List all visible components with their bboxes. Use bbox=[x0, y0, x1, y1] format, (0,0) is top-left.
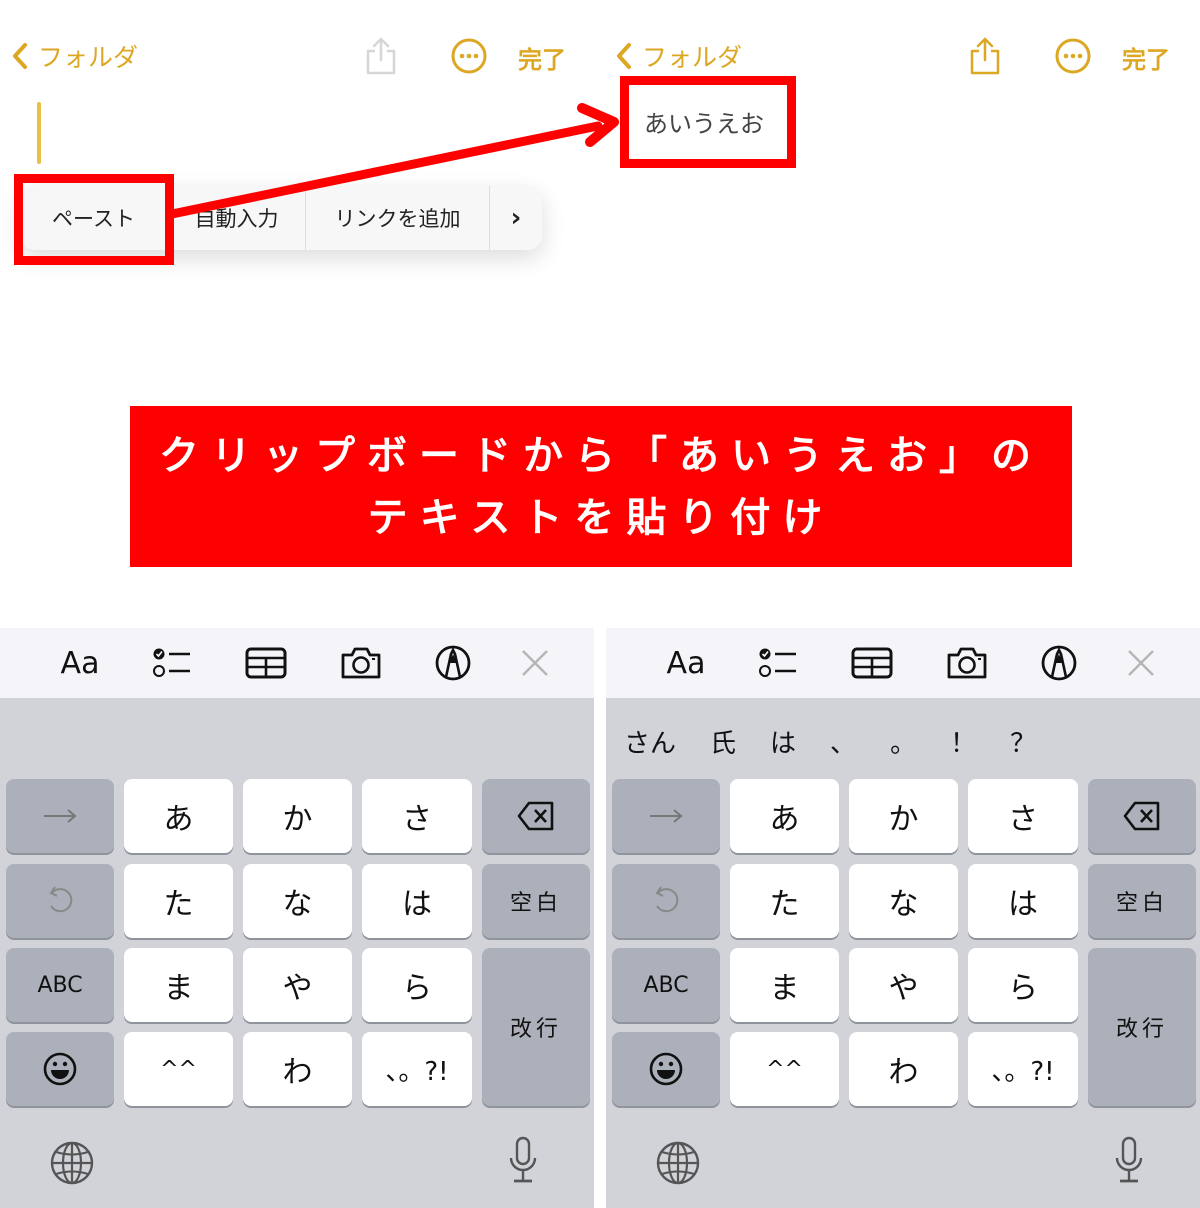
microphone-icon bbox=[1115, 1136, 1143, 1183]
table-button[interactable] bbox=[847, 640, 897, 686]
prediction-candidate[interactable]: は bbox=[770, 723, 796, 760]
emoji-key[interactable] bbox=[612, 1032, 720, 1106]
markup-icon bbox=[435, 645, 471, 681]
space-key[interactable]: 空白 bbox=[482, 864, 590, 938]
caption-line-1: クリップボードから「あいうえお」の bbox=[159, 432, 1043, 479]
next-candidate-key[interactable] bbox=[6, 779, 114, 853]
kana-key-na[interactable]: な bbox=[243, 864, 352, 938]
punctuation-key[interactable]: 、。?! bbox=[968, 1032, 1078, 1106]
kaomoji-key[interactable]: ^^ bbox=[730, 1032, 839, 1106]
next-candidate-key[interactable] bbox=[612, 779, 720, 853]
keyboard-toolbar: Aa bbox=[0, 628, 594, 698]
kana-key-wa[interactable]: わ bbox=[849, 1032, 958, 1106]
kana-key-ta[interactable]: た bbox=[124, 864, 233, 938]
kana-key-ha[interactable]: は bbox=[968, 864, 1078, 938]
emoji-icon bbox=[43, 1052, 77, 1086]
close-icon bbox=[522, 650, 548, 676]
dictation-button[interactable] bbox=[1114, 1136, 1144, 1188]
checklist-icon bbox=[759, 648, 796, 677]
abc-key[interactable]: ABC bbox=[6, 948, 114, 1022]
close-toolbar-button[interactable] bbox=[510, 640, 560, 686]
kana-key-ta[interactable]: た bbox=[730, 864, 839, 938]
checklist-button[interactable] bbox=[753, 640, 803, 686]
prediction-bar: さん氏は、。 ！ ？ bbox=[624, 723, 1070, 760]
kana-key-ka[interactable]: か bbox=[243, 779, 352, 853]
kana-key-ra[interactable]: ら bbox=[968, 948, 1078, 1022]
caption-line-2: テキストを貼り付け bbox=[367, 494, 835, 541]
markup-button[interactable] bbox=[1034, 640, 1084, 686]
delete-icon bbox=[517, 801, 554, 831]
checklist-icon bbox=[153, 648, 190, 677]
keyboard-toolbar: Aa bbox=[606, 628, 1200, 698]
kana-key-a[interactable]: あ bbox=[730, 779, 839, 853]
globe-button[interactable] bbox=[50, 1140, 94, 1190]
delete-icon bbox=[1123, 801, 1160, 831]
camera-icon bbox=[341, 647, 381, 679]
caption-banner: クリップボードから「あいうえお」の テキストを貼り付け bbox=[130, 406, 1072, 567]
return-key[interactable]: 改行 bbox=[482, 948, 590, 1106]
close-icon bbox=[1128, 650, 1154, 676]
kana-key-na[interactable]: な bbox=[849, 864, 958, 938]
prediction-candidate[interactable]: ？ bbox=[1010, 723, 1036, 760]
undo-icon bbox=[655, 886, 679, 913]
kaomoji-key[interactable]: ^^ bbox=[124, 1032, 233, 1106]
kana-key-sa[interactable]: さ bbox=[362, 779, 472, 853]
abc-key[interactable]: ABC bbox=[612, 948, 720, 1022]
punctuation-key[interactable]: 、。?! bbox=[362, 1032, 472, 1106]
emoji-key[interactable] bbox=[6, 1032, 114, 1106]
table-icon bbox=[851, 647, 893, 679]
globe-icon bbox=[50, 1141, 94, 1185]
kana-key-ya[interactable]: や bbox=[849, 948, 958, 1022]
prediction-candidate[interactable]: さん bbox=[624, 723, 676, 760]
kana-key-a[interactable]: あ bbox=[124, 779, 233, 853]
delete-key[interactable] bbox=[482, 779, 590, 853]
undo-key[interactable] bbox=[612, 864, 720, 938]
kana-key-ma[interactable]: ま bbox=[124, 948, 233, 1022]
globe-button[interactable] bbox=[656, 1140, 700, 1190]
kana-key-ka[interactable]: か bbox=[849, 779, 958, 853]
kana-key-ma[interactable]: ま bbox=[730, 948, 839, 1022]
emoji-icon bbox=[649, 1052, 683, 1086]
format-button[interactable]: Aa bbox=[55, 640, 105, 686]
undo-key[interactable] bbox=[6, 864, 114, 938]
arrow-right-icon bbox=[650, 809, 683, 823]
close-toolbar-button[interactable] bbox=[1116, 640, 1166, 686]
keyboard-before-paste: Aa あ か さ た な は 空白 ABC ま や ら 改行 ^^ わ 、。?! bbox=[0, 628, 594, 1208]
undo-icon bbox=[49, 886, 73, 913]
arrow-right-icon bbox=[44, 809, 77, 823]
markup-icon bbox=[1041, 645, 1077, 681]
prediction-candidate[interactable]: 氏 bbox=[710, 723, 736, 760]
prediction-candidate[interactable]: 。 bbox=[890, 723, 916, 760]
kana-key-sa[interactable]: さ bbox=[968, 779, 1078, 853]
table-icon bbox=[245, 647, 287, 679]
return-key[interactable]: 改行 bbox=[1088, 948, 1196, 1106]
format-button[interactable]: Aa bbox=[661, 640, 711, 686]
microphone-icon bbox=[509, 1136, 537, 1183]
delete-key[interactable] bbox=[1088, 779, 1196, 853]
annotation-arrow bbox=[167, 103, 619, 219]
globe-icon bbox=[656, 1141, 700, 1185]
kana-key-wa[interactable]: わ bbox=[243, 1032, 352, 1106]
prediction-candidate[interactable]: 、 bbox=[830, 723, 856, 760]
keyboard-after-paste: Aa さん氏は、。！？ あ か さ た な は 空白 ABC ま や ら 改行 bbox=[606, 628, 1200, 1208]
checklist-button[interactable] bbox=[147, 640, 197, 686]
camera-button[interactable] bbox=[942, 640, 992, 686]
prediction-candidate[interactable]: ！ bbox=[950, 723, 976, 760]
kana-key-ha[interactable]: は bbox=[362, 864, 472, 938]
dictation-button[interactable] bbox=[508, 1136, 538, 1188]
camera-button[interactable] bbox=[336, 640, 386, 686]
camera-icon bbox=[947, 647, 987, 679]
space-key[interactable]: 空白 bbox=[1088, 864, 1196, 938]
kana-key-ya[interactable]: や bbox=[243, 948, 352, 1022]
markup-button[interactable] bbox=[428, 640, 478, 686]
kana-key-ra[interactable]: ら bbox=[362, 948, 472, 1022]
table-button[interactable] bbox=[241, 640, 291, 686]
